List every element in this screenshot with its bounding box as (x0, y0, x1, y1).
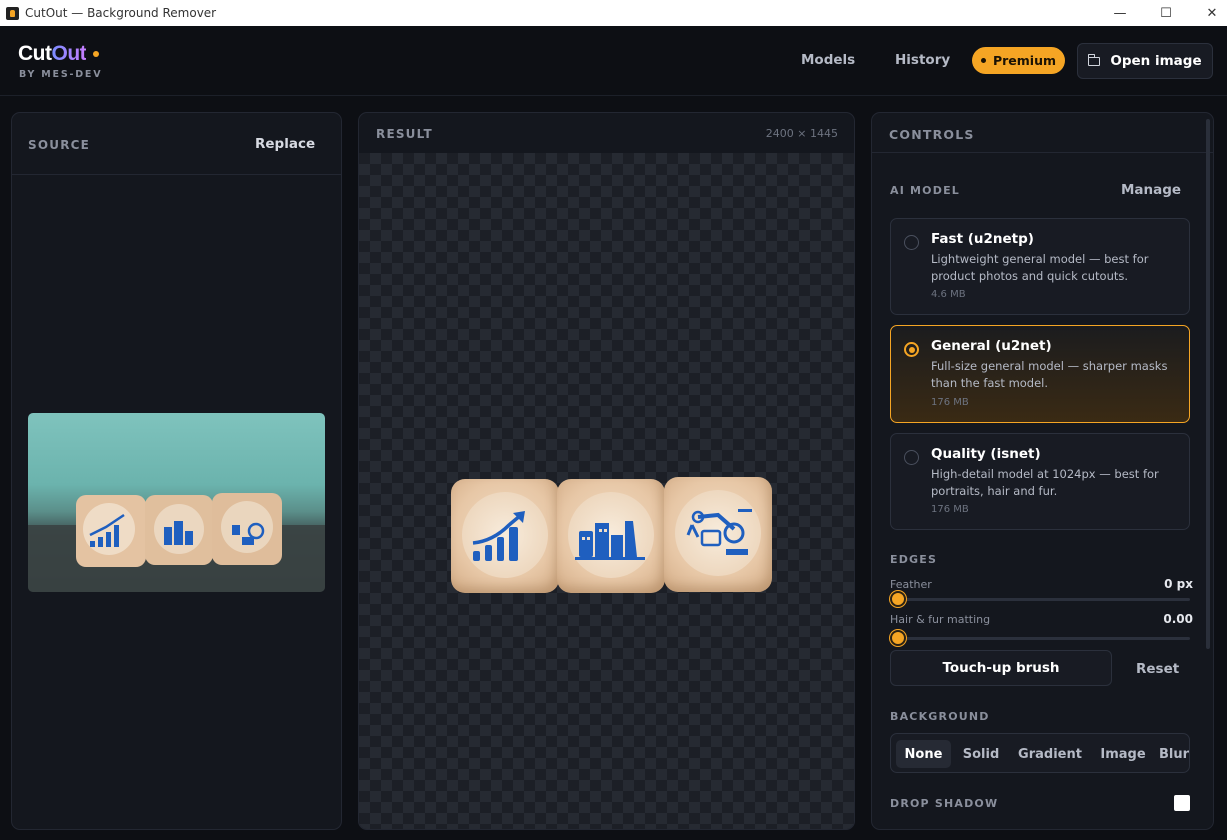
source-label: SOURCE (28, 138, 91, 152)
nav-models[interactable]: Models (801, 52, 855, 68)
model-option-fast[interactable]: Fast (u2netp) Lightweight general model … (890, 218, 1190, 315)
background-option-blur[interactable]: Blur (1159, 740, 1189, 768)
premium-dot-icon (980, 58, 986, 63)
controls-header: CONTROLS (872, 113, 1213, 153)
feather-value: 0 px (1164, 577, 1193, 591)
maximize-icon[interactable]: ☐ (1143, 0, 1189, 26)
feather-label: Feather (890, 578, 932, 591)
app-icon (6, 6, 19, 20)
drop-shadow-label: DROP SHADOW (890, 797, 999, 810)
model-radio-general[interactable] (904, 342, 919, 357)
controls-panel: CONTROLS AI MODEL Manage Fast (u2netp) L… (871, 112, 1214, 830)
controls-scrollbar[interactable] (1206, 119, 1210, 649)
feather-slider-thumb[interactable] (890, 591, 906, 607)
result-canvas[interactable] (359, 153, 854, 829)
robot-arm-icon (686, 509, 752, 555)
matting-slider[interactable] (890, 637, 1190, 640)
factory-icon (575, 521, 645, 560)
model-description: Full-size general model — sharper masks … (931, 359, 1168, 390)
model-size: 176 MB (931, 504, 969, 515)
open-image-label: Open image (1110, 53, 1202, 69)
background-selector: None Solid Gradient Image Blur (890, 733, 1190, 773)
window-titlebar: CutOut — Background Remover — ☐ ✕ (0, 0, 1227, 26)
source-image-thumbnail (28, 413, 325, 592)
model-size: 4.6 MB (931, 289, 966, 300)
premium-label: Premium (992, 53, 1057, 68)
touch-up-brush-button[interactable]: Touch-up brush (890, 650, 1112, 686)
model-radio-fast[interactable] (904, 235, 919, 250)
matting-label: Hair & fur matting (890, 613, 991, 626)
reset-button[interactable]: Reset (1136, 661, 1179, 677)
source-panel-header: SOURCE Replace (12, 113, 341, 175)
app-header: Cut Out BY MES-DEV Models History Premium… (0, 26, 1227, 96)
edges-label: EDGES (890, 553, 938, 566)
feather-slider[interactable] (890, 598, 1190, 601)
matting-slider-thumb[interactable] (890, 630, 906, 646)
result-cube-2 (557, 479, 665, 593)
model-option-general[interactable]: General (u2net) Full-size general model … (890, 325, 1190, 423)
source-photo-illustration (28, 493, 325, 592)
controls-label: CONTROLS (889, 127, 975, 142)
open-image-button[interactable]: Open image (1077, 43, 1213, 79)
source-panel: SOURCE Replace (11, 112, 342, 830)
logo-byline: BY MES-DEV (19, 69, 103, 80)
close-icon[interactable]: ✕ (1189, 0, 1227, 26)
result-label: RESULT (376, 127, 433, 141)
model-name: Fast (u2netp) (931, 231, 1034, 247)
background-option-none[interactable]: None (896, 740, 951, 768)
result-cube-1 (451, 479, 559, 593)
result-dimensions: 2400 × 1445 (765, 127, 838, 140)
replace-button[interactable]: Replace (255, 136, 315, 152)
manage-models-button[interactable]: Manage (1121, 182, 1181, 198)
model-size: 176 MB (931, 397, 969, 408)
background-option-gradient[interactable]: Gradient (1013, 740, 1087, 768)
model-name: General (u2net) (931, 338, 1052, 354)
growth-chart-icon (472, 511, 525, 561)
app-logo: Cut Out (18, 42, 100, 66)
background-option-solid[interactable]: Solid (955, 740, 1007, 768)
premium-button[interactable]: Premium (972, 47, 1065, 74)
model-description: Lightweight general model — best for pro… (931, 252, 1149, 283)
ai-model-label: AI MODEL (890, 184, 960, 197)
drop-shadow-checkbox[interactable] (1174, 795, 1190, 811)
folder-icon (1087, 53, 1101, 66)
result-cube-3 (664, 477, 772, 592)
model-name: Quality (isnet) (931, 446, 1041, 462)
result-panel: RESULT 2400 × 1445 (358, 112, 855, 830)
model-radio-quality[interactable] (904, 450, 919, 465)
logo-out: Out (51, 42, 87, 65)
nav-history[interactable]: History (895, 52, 950, 68)
minimize-icon[interactable]: — (1097, 0, 1143, 26)
background-label: BACKGROUND (890, 710, 990, 723)
logo-cut: Cut (18, 42, 52, 65)
model-description: High-detail model at 1024px — best for p… (931, 467, 1159, 498)
matting-value: 0.00 (1163, 612, 1193, 626)
logo-dot-icon (93, 51, 100, 57)
model-option-quality[interactable]: Quality (isnet) High-detail model at 102… (890, 433, 1190, 530)
background-option-image[interactable]: Image (1093, 740, 1153, 768)
window-title: CutOut — Background Remover (25, 6, 217, 20)
